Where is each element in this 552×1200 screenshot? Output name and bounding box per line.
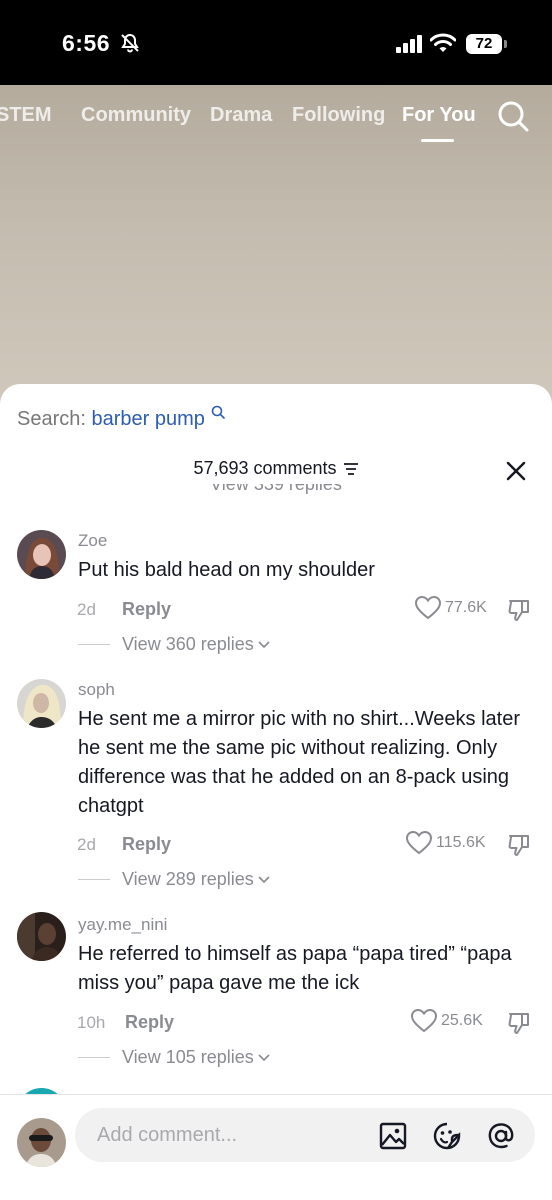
dislike-icon[interactable] bbox=[507, 833, 531, 857]
comment-username[interactable]: yay.me_nini bbox=[78, 915, 167, 935]
tab-community[interactable]: Community bbox=[81, 104, 191, 127]
view-replies-button[interactable]: View 289 replies bbox=[78, 869, 270, 890]
image-icon[interactable] bbox=[378, 1121, 408, 1151]
bell-slash-icon bbox=[121, 33, 139, 53]
avatar[interactable] bbox=[17, 679, 66, 728]
avatar[interactable] bbox=[17, 530, 66, 579]
search-icon[interactable] bbox=[497, 100, 529, 132]
comment-date: 10h bbox=[77, 1013, 106, 1032]
comment-text: He referred to himself as papa “papa tir… bbox=[78, 943, 512, 994]
replies-divider bbox=[78, 1057, 110, 1058]
like-count: 77.6K bbox=[445, 599, 487, 616]
signal-icon bbox=[396, 35, 422, 53]
search-suggestion[interactable]: Search: barber pump bbox=[17, 405, 226, 431]
tab-stem[interactable]: STEM bbox=[0, 104, 52, 127]
tab-for-you[interactable]: For You bbox=[402, 104, 476, 127]
avatar bbox=[17, 1118, 66, 1167]
view-replies-button[interactable]: View 360 replies bbox=[78, 634, 270, 655]
avatar-image bbox=[17, 679, 66, 728]
view-replies-partial-label: View 339 replies bbox=[210, 484, 342, 494]
comment-input[interactable] bbox=[75, 1108, 535, 1162]
wifi-icon bbox=[430, 33, 456, 52]
comment-text: Put his bald head on my shoulder bbox=[78, 559, 375, 581]
replies-divider bbox=[78, 644, 110, 645]
comment-username[interactable]: Zoe bbox=[78, 531, 107, 551]
like-button[interactable]: 115.6K bbox=[406, 831, 486, 855]
like-count: 25.6K bbox=[441, 1012, 483, 1029]
comment-date: 2d bbox=[77, 835, 96, 854]
chevron-down-icon bbox=[258, 875, 270, 883]
battery-indicator: 72 bbox=[466, 34, 507, 54]
reply-button[interactable]: Reply bbox=[122, 834, 171, 855]
comments-sheet: Search: barber pump 57,693 comments View… bbox=[0, 384, 552, 1200]
emoji-icon[interactable] bbox=[432, 1121, 462, 1151]
status-time: 6:56 bbox=[62, 30, 111, 56]
heart-icon bbox=[411, 1009, 437, 1033]
view-replies-label: View 289 replies bbox=[122, 869, 254, 889]
comments-header: 57,693 comments bbox=[0, 458, 552, 479]
chevron-down-icon bbox=[258, 1053, 270, 1061]
avatar-image bbox=[17, 1118, 66, 1167]
reply-button[interactable]: Reply bbox=[125, 1012, 174, 1033]
avatar-image bbox=[17, 530, 66, 579]
comment-text: He sent me a mirror pic with no shirt...… bbox=[78, 708, 520, 817]
top-nav: STEM Community Drama Following For You bbox=[0, 100, 552, 142]
like-count: 115.6K bbox=[436, 834, 486, 851]
view-replies-button[interactable]: View 105 replies bbox=[78, 1047, 270, 1068]
view-replies-label: View 105 replies bbox=[122, 1047, 254, 1067]
comment-count: 57,693 comments bbox=[193, 458, 337, 478]
status-bar: 6:56 72 bbox=[0, 0, 552, 85]
reply-button[interactable]: Reply bbox=[122, 599, 171, 620]
chevron-down-icon bbox=[258, 640, 270, 648]
tab-following[interactable]: Following bbox=[292, 104, 385, 127]
dislike-icon[interactable] bbox=[507, 1011, 531, 1035]
search-icon bbox=[212, 405, 226, 419]
heart-icon bbox=[406, 831, 432, 855]
search-prefix: Search: bbox=[17, 408, 86, 430]
avatar[interactable] bbox=[17, 912, 66, 961]
replies-divider bbox=[78, 879, 110, 880]
comment-username[interactable]: soph bbox=[78, 680, 115, 700]
avatar-image bbox=[17, 912, 66, 961]
search-term[interactable]: barber pump bbox=[92, 408, 205, 430]
heart-icon bbox=[415, 596, 441, 620]
close-icon[interactable] bbox=[505, 460, 527, 482]
like-button[interactable]: 25.6K bbox=[411, 1009, 483, 1033]
home-indicator bbox=[204, 1187, 348, 1192]
comment-date: 2d bbox=[77, 600, 96, 619]
filter-icon bbox=[343, 462, 358, 475]
view-replies-partial[interactable]: View 339 replies bbox=[0, 484, 552, 504]
like-button[interactable]: 77.6K bbox=[415, 596, 487, 620]
comment-composer bbox=[0, 1094, 552, 1200]
tab-drama[interactable]: Drama bbox=[210, 104, 272, 127]
comment-count-sort[interactable]: 57,693 comments bbox=[193, 458, 358, 479]
view-replies-label: View 360 replies bbox=[122, 634, 254, 654]
dislike-icon[interactable] bbox=[507, 598, 531, 622]
at-mention-icon[interactable] bbox=[486, 1121, 516, 1151]
active-tab-indicator bbox=[421, 139, 454, 142]
